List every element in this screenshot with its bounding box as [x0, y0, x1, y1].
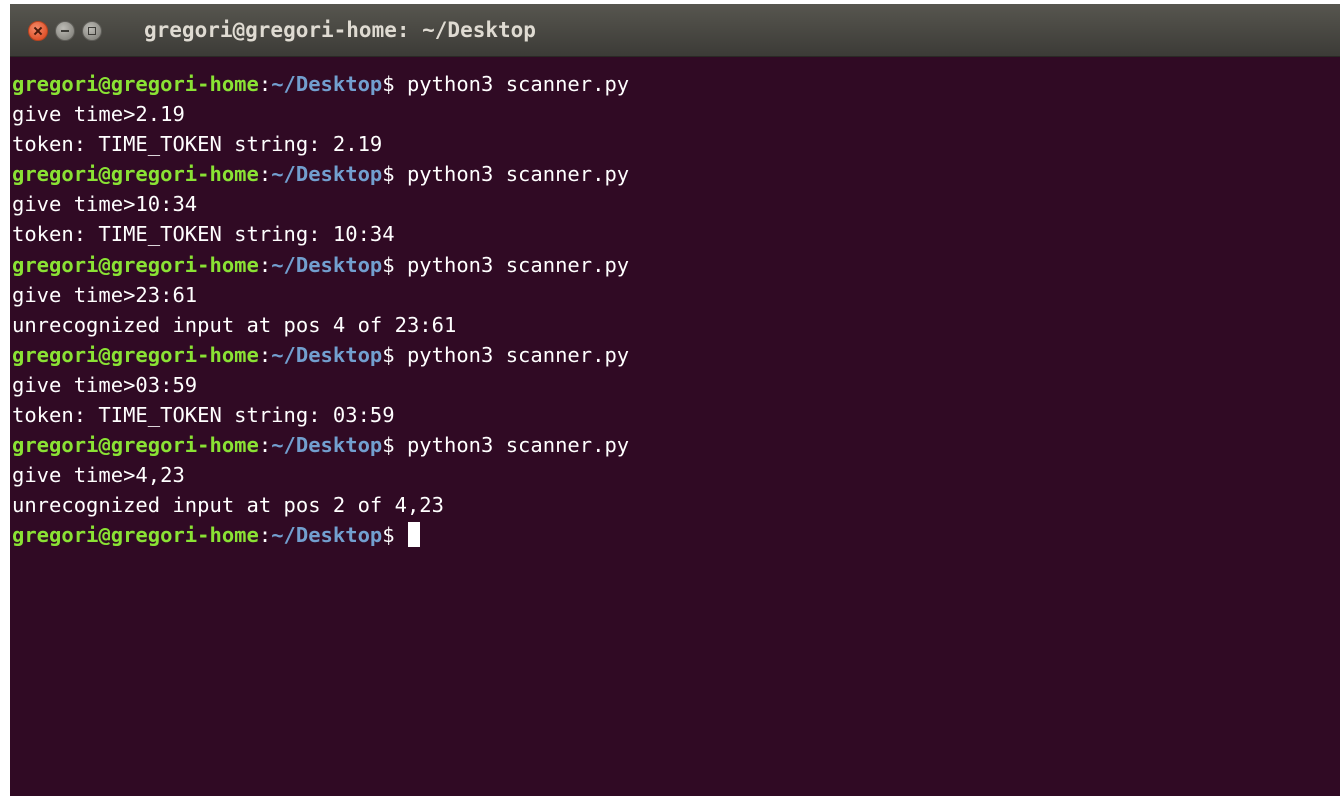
title-bar[interactable]: gregori@gregori-home: ~/Desktop	[10, 4, 1340, 57]
text-cursor	[407, 522, 420, 548]
output-line: token: TIME_TOKEN string: 03:59	[12, 403, 395, 428]
output-line: give time>2.19	[12, 102, 185, 127]
prompt-user: gregori@gregori-home	[12, 72, 259, 96]
prompt-symbol: $	[382, 523, 407, 548]
prompt-line: gregori@gregori-home:~/Desktop$ python3 …	[12, 69, 1332, 99]
prompt-symbol: $	[382, 342, 407, 367]
prompt-separator: :	[258, 523, 272, 548]
prompt-user: gregori@gregori-home	[12, 342, 259, 367]
prompt-separator: :	[258, 162, 272, 187]
prompt-line: gregori@gregori-home:~/Desktop$	[12, 520, 1332, 550]
output-line: give time>23:61	[12, 282, 198, 307]
command-text: python3 scanner.py	[406, 252, 630, 277]
maximize-icon[interactable]	[82, 21, 102, 41]
prompt-user: gregori@gregori-home	[12, 523, 259, 548]
output-line: unrecognized input at pos 2 of 4,23	[12, 493, 444, 518]
prompt-separator: :	[258, 342, 272, 367]
prompt-path: ~/Desktop	[271, 72, 383, 96]
prompt-line: gregori@gregori-home:~/Desktop$ python3 …	[12, 340, 1332, 370]
prompt-path: ~/Desktop	[271, 252, 383, 277]
command-text: python3 scanner.py	[406, 433, 630, 458]
prompt-separator: :	[258, 72, 272, 96]
prompt-path: ~/Desktop	[271, 523, 383, 548]
output-line: give time>4,23	[12, 463, 185, 488]
output-line: token: TIME_TOKEN string: 10:34	[12, 222, 395, 247]
prompt-separator: :	[258, 433, 272, 458]
command-text: python3 scanner.py	[406, 162, 630, 187]
window-title: gregori@gregori-home: ~/Desktop	[144, 18, 536, 42]
prompt-path: ~/Desktop	[271, 342, 383, 367]
output-line: give time>03:59	[12, 372, 198, 397]
prompt-line: gregori@gregori-home:~/Desktop$ python3 …	[12, 250, 1332, 280]
terminal-output[interactable]: gregori@gregori-home:~/Desktop$ python3 …	[12, 69, 1332, 789]
prompt-user: gregori@gregori-home	[12, 162, 259, 187]
command-text: python3 scanner.py	[406, 72, 630, 96]
prompt-symbol: $	[382, 433, 407, 458]
prompt-line: gregori@gregori-home:~/Desktop$ python3 …	[12, 430, 1332, 460]
prompt-symbol: $	[382, 162, 407, 187]
prompt-user: gregori@gregori-home	[12, 252, 259, 277]
prompt-line: gregori@gregori-home:~/Desktop$ python3 …	[12, 159, 1332, 189]
prompt-symbol: $	[382, 72, 407, 96]
minimize-icon[interactable]	[55, 21, 75, 41]
prompt-separator: :	[258, 252, 272, 277]
command-text: python3 scanner.py	[406, 342, 630, 367]
output-line: unrecognized input at pos 4 of 23:61	[12, 312, 457, 337]
close-icon[interactable]	[28, 21, 48, 41]
terminal-window[interactable]: gregori@gregori-home: ~/Desktop gregori@…	[10, 4, 1340, 796]
prompt-symbol: $	[382, 252, 407, 277]
output-line: token: TIME_TOKEN string: 2.19	[12, 132, 383, 157]
prompt-path: ~/Desktop	[271, 433, 383, 458]
prompt-user: gregori@gregori-home	[12, 433, 259, 458]
prompt-path: ~/Desktop	[271, 162, 383, 187]
output-line: give time>10:34	[12, 192, 198, 217]
